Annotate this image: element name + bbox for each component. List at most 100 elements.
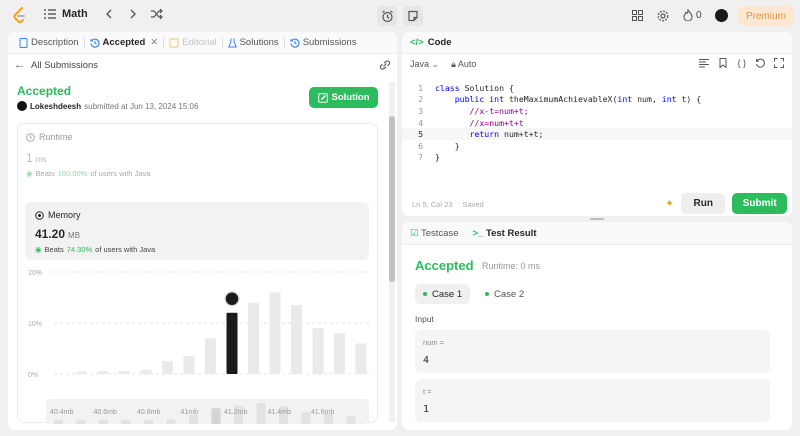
- y-tick-label: 0%: [28, 372, 38, 379]
- code-line[interactable]: 5 return num+t+t;: [402, 128, 792, 140]
- code-line[interactable]: 1 class Solution {: [402, 82, 792, 94]
- lock-icon: 🔒︎: [451, 58, 456, 69]
- chart-bar[interactable]: [205, 338, 216, 374]
- tab-description[interactable]: Description: [14, 32, 84, 54]
- chart-bar[interactable]: [334, 333, 345, 374]
- debug-icon[interactable]: ✦: [665, 197, 674, 210]
- expand-icon[interactable]: [774, 58, 784, 68]
- layout-grid-icon[interactable]: [632, 10, 643, 21]
- your-submission-marker[interactable]: [224, 291, 240, 307]
- line-text: }: [435, 140, 460, 151]
- pass-dot: [423, 292, 427, 296]
- reset-icon[interactable]: [755, 58, 765, 68]
- chart-bar[interactable]: [162, 361, 173, 374]
- test-result-panel: ☑ Testcase >_ Test Result Accepted Runti…: [402, 222, 792, 430]
- line-text: //x=num+t+t: [435, 117, 524, 128]
- notes-button[interactable]: [403, 6, 423, 26]
- left-scrollbar-thumb[interactable]: [389, 116, 395, 282]
- leetcode-logo-icon[interactable]: [12, 7, 28, 25]
- brush-tick-label: 40.4mb: [50, 409, 73, 416]
- line-text: //x-t=num+t;: [435, 105, 529, 116]
- runtime-stats[interactable]: Runtime 1 ms ◉ Beats 100.00% of users wit…: [26, 132, 366, 194]
- code-actions: ✦ Run Submit: [665, 193, 788, 214]
- chart-bar[interactable]: [312, 328, 324, 374]
- document-icon: [19, 37, 28, 48]
- memory-label: Memory: [48, 210, 81, 220]
- input-label: Input: [415, 314, 434, 324]
- premium-button[interactable]: Premium: [738, 6, 794, 26]
- language-select[interactable]: Java ⌄: [410, 59, 439, 70]
- runtime-unit: ms: [35, 155, 47, 164]
- brush-bar: [54, 420, 63, 424]
- brush-bar: [346, 416, 356, 424]
- memory-label-row: Memory: [35, 210, 359, 220]
- braces-icon[interactable]: { }: [737, 58, 746, 68]
- line-number: 2: [418, 94, 423, 105]
- chart-bar[interactable]: [76, 371, 87, 374]
- memory-stats[interactable]: Memory 41.20 MB ◉ Beats 74.30% of users w…: [25, 202, 369, 260]
- list-icon[interactable]: [44, 9, 56, 19]
- shuffle-icon[interactable]: [150, 8, 164, 20]
- var-name: t =: [423, 387, 432, 396]
- chart-bar[interactable]: [183, 356, 195, 374]
- problem-list-title[interactable]: Math: [62, 8, 88, 20]
- history-icon: [290, 38, 300, 48]
- chart-bar[interactable]: [119, 370, 130, 374]
- user-avatar[interactable]: [715, 9, 728, 22]
- timer-button[interactable]: [377, 6, 397, 26]
- y-tick-label: 20%: [28, 270, 42, 277]
- edit-icon: [317, 92, 328, 103]
- chart-bar[interactable]: [140, 369, 152, 374]
- arrow-left-icon[interactable]: ←: [14, 59, 25, 71]
- submit-button[interactable]: Submit: [732, 193, 788, 214]
- tab-submissions[interactable]: Submissions: [285, 32, 362, 54]
- tab-testcase[interactable]: ☑ Testcase: [410, 228, 459, 239]
- memory-beats-pct: 74.30%: [66, 245, 93, 254]
- code-line[interactable]: 3 //x-t=num+t;: [402, 105, 792, 117]
- code-brackets-icon: </>: [410, 37, 424, 48]
- runtime-beats-pct: 100.00%: [57, 169, 88, 178]
- all-submissions-link[interactable]: All Submissions: [31, 60, 98, 71]
- chart-bar[interactable]: [291, 305, 302, 374]
- format-icon[interactable]: [699, 58, 710, 68]
- line-text: public int theMaximumAchievableX(int num…: [454, 94, 702, 105]
- chart-bar[interactable]: [269, 292, 281, 374]
- code-header: </> Code: [402, 32, 792, 54]
- brush-bar: [99, 420, 108, 424]
- tab-test-result[interactable]: >_ Test Result: [473, 228, 537, 239]
- post-solution-button[interactable]: Solution: [309, 87, 378, 108]
- submitter-avatar[interactable]: [17, 101, 27, 111]
- autocomplete-mode[interactable]: 🔒︎ Auto: [451, 59, 476, 70]
- memory-beats-suffix: of users with Java: [95, 245, 156, 254]
- brush-bar: [144, 420, 153, 424]
- panel-resize-handle[interactable]: [590, 218, 604, 220]
- chevron-left-icon[interactable]: [102, 8, 116, 20]
- case-1-tab[interactable]: Case 1: [415, 284, 471, 304]
- code-line[interactable]: 4 //x=num+t+t: [402, 117, 792, 129]
- code-line[interactable]: 6 }: [402, 140, 792, 152]
- chart-bar-current[interactable]: [226, 312, 238, 374]
- runtime-value-row: 1 ms: [26, 151, 366, 165]
- chart-bar[interactable]: [355, 343, 367, 374]
- settings-gear-icon[interactable]: [657, 10, 669, 22]
- chevron-right-icon[interactable]: [126, 8, 140, 20]
- left-tab-bar: Description Accepted ✕ Editorial Solutio…: [8, 32, 397, 54]
- code-line[interactable]: 2 public int theMaximumAchievableX(int n…: [402, 94, 792, 106]
- chart-bar[interactable]: [97, 370, 109, 374]
- runtime-label-row: Runtime: [26, 132, 366, 142]
- link-icon[interactable]: [379, 60, 391, 70]
- tab-solutions[interactable]: Solutions: [223, 32, 284, 54]
- tab-accepted[interactable]: Accepted ✕: [85, 32, 164, 54]
- bookmark-icon[interactable]: [718, 58, 728, 68]
- tab-editorial[interactable]: Editorial: [164, 32, 221, 54]
- alarm-clock-icon: [381, 10, 393, 22]
- line-number: 4: [418, 117, 423, 128]
- case-2-tab[interactable]: Case 2: [477, 284, 532, 304]
- close-tab-icon[interactable]: ✕: [150, 37, 158, 48]
- chart-bar[interactable]: [248, 302, 259, 374]
- run-button[interactable]: Run: [681, 193, 726, 214]
- code-editor[interactable]: 1 class Solution {2 public int theMaximum…: [402, 82, 792, 163]
- streak-counter[interactable]: 0: [683, 9, 702, 21]
- code-line[interactable]: 7}: [402, 152, 792, 164]
- submitter-name[interactable]: Lokeshdeesh: [30, 102, 81, 111]
